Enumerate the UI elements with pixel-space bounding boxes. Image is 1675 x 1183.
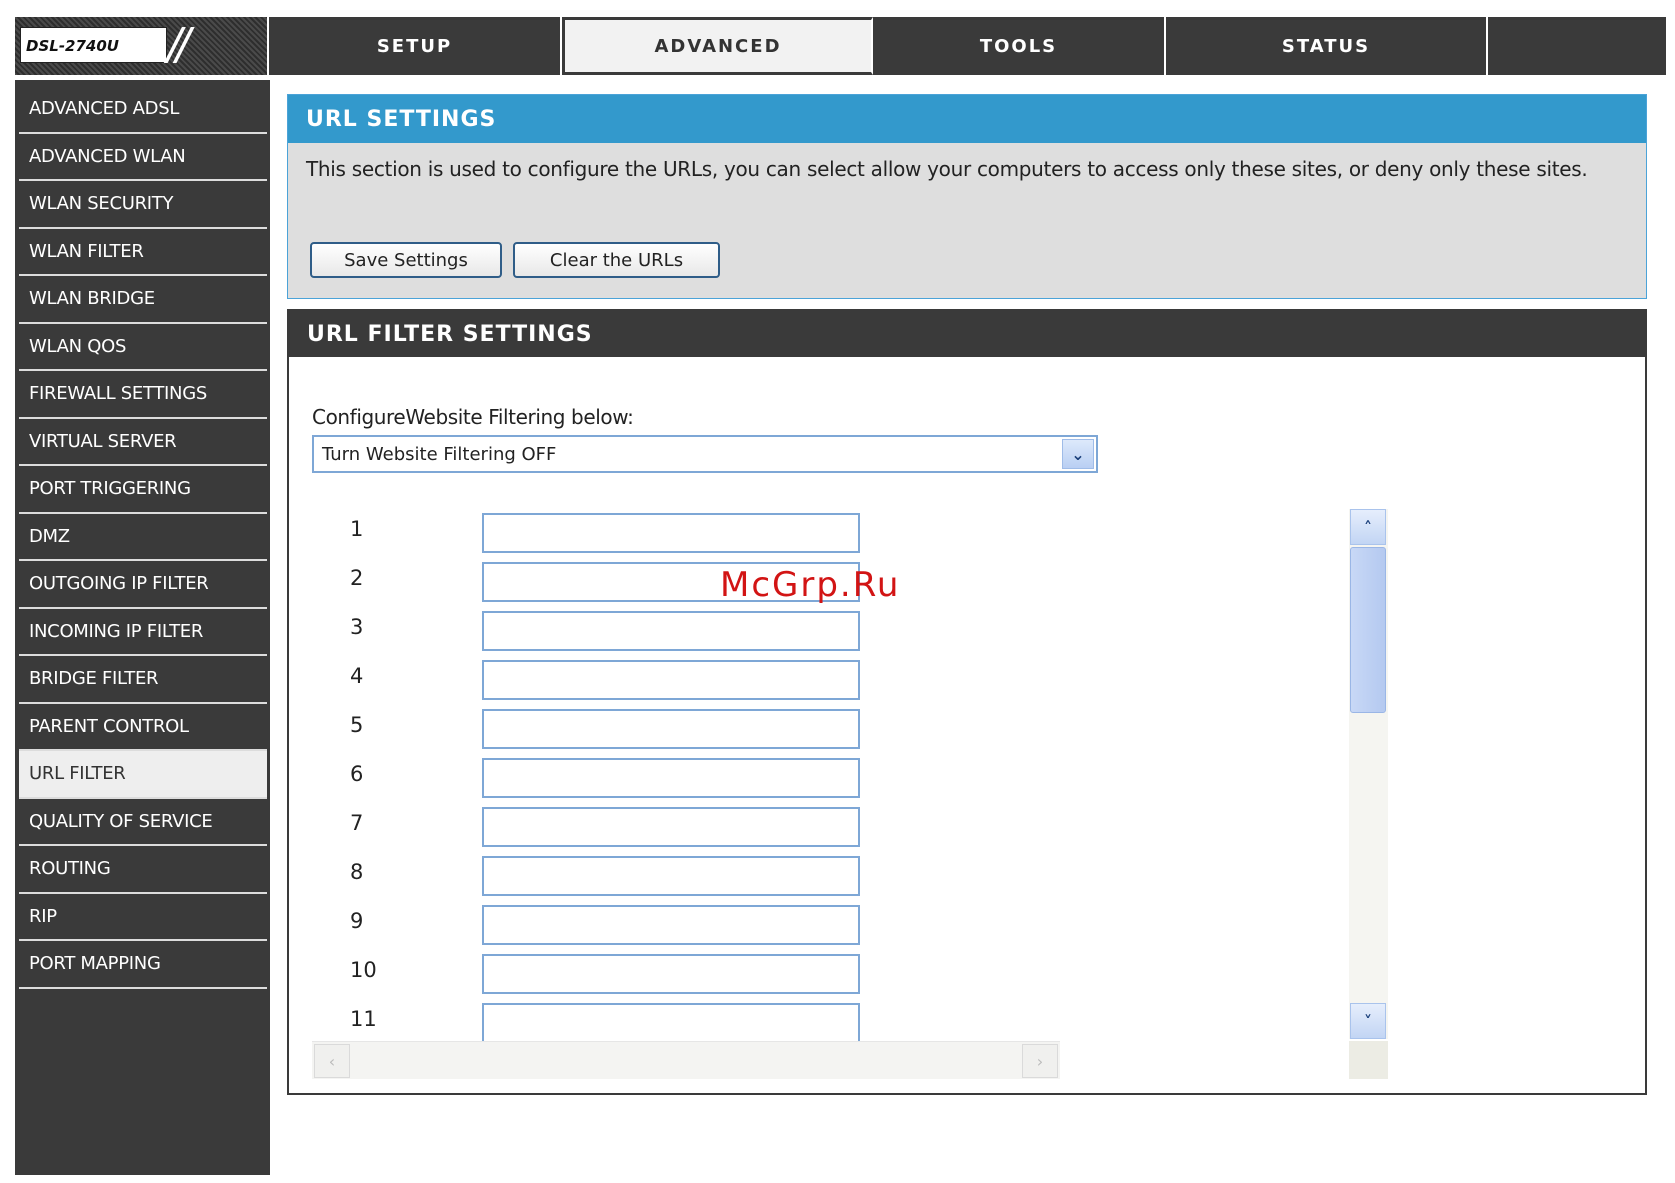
- url-input-3[interactable]: [482, 611, 860, 651]
- top-navigation: DSL-2740U // SETUP ADVANCED TOOLS STATUS: [15, 17, 1666, 75]
- model-name: DSL-2740U: [20, 27, 167, 63]
- save-settings-button[interactable]: Save Settings: [310, 242, 502, 278]
- url-row: 1: [312, 509, 1052, 558]
- url-row: 6: [312, 754, 1052, 803]
- url-filter-title: URL FILTER SETTINGS: [289, 311, 1645, 357]
- sidebar-item-quality-of-service[interactable]: QUALITY OF SERVICE: [19, 799, 267, 846]
- sidebar-item-port-mapping[interactable]: PORT MAPPING: [19, 941, 267, 989]
- url-input-4[interactable]: [482, 660, 860, 700]
- url-row: 9: [312, 901, 1052, 950]
- sidebar-item-wlan-security[interactable]: WLAN SECURITY: [19, 181, 267, 229]
- url-row-number: 6: [350, 762, 364, 786]
- url-input-11[interactable]: [482, 1003, 860, 1043]
- sidebar-item-url-filter[interactable]: URL FILTER: [19, 751, 267, 799]
- clear-urls-button[interactable]: Clear the URLs: [513, 242, 720, 278]
- sidebar-item-dmz[interactable]: DMZ: [19, 514, 267, 561]
- scrollbar-corner: [1349, 1041, 1388, 1079]
- chevron-left-icon[interactable]: ‹: [314, 1044, 350, 1078]
- url-row: 4: [312, 656, 1052, 705]
- sidebar-item-outgoing-ip-filter[interactable]: OUTGOING IP FILTER: [19, 561, 267, 609]
- sidebar-item-rip[interactable]: RIP: [19, 894, 267, 941]
- scrollbar-thumb[interactable]: [1350, 547, 1386, 713]
- sidebar-item-wlan-bridge[interactable]: WLAN BRIDGE: [19, 276, 267, 324]
- url-input-9[interactable]: [482, 905, 860, 945]
- sidebar-item-parent-control[interactable]: PARENT CONTROL: [19, 704, 267, 751]
- url-row-number: 10: [350, 958, 377, 982]
- url-settings-description: This section is used to configure the UR…: [306, 157, 1588, 181]
- url-list-horizontal-scrollbar[interactable]: ‹ ›: [312, 1041, 1060, 1079]
- tab-empty: [1488, 17, 1666, 75]
- sidebar-item-advanced-wlan[interactable]: ADVANCED WLAN: [19, 134, 267, 181]
- sidebar-item-advanced-adsl[interactable]: ADVANCED ADSL: [19, 86, 267, 134]
- url-row-number: 9: [350, 909, 364, 933]
- website-filtering-select-value: Turn Website Filtering OFF: [322, 443, 557, 465]
- configure-filtering-label: ConfigureWebsite Filtering below:: [312, 405, 634, 429]
- watermark: McGrp.Ru: [720, 565, 901, 605]
- brand-logo: DSL-2740U //: [15, 17, 269, 75]
- url-row: 10: [312, 950, 1052, 999]
- tab-tools[interactable]: TOOLS: [873, 17, 1166, 75]
- tab-advanced[interactable]: ADVANCED: [562, 17, 873, 75]
- website-filtering-select[interactable]: Turn Website Filtering OFF ⌄: [312, 435, 1098, 473]
- tab-status[interactable]: STATUS: [1166, 17, 1488, 75]
- url-row: 5: [312, 705, 1052, 754]
- url-row-number: 3: [350, 615, 364, 639]
- url-row-number: 2: [350, 566, 364, 590]
- url-row-number: 5: [350, 713, 364, 737]
- url-settings-panel: URL SETTINGS This section is used to con…: [287, 94, 1647, 299]
- url-input-5[interactable]: [482, 709, 860, 749]
- url-row-number: 4: [350, 664, 364, 688]
- url-row-number: 8: [350, 860, 364, 884]
- sidebar-item-bridge-filter[interactable]: BRIDGE FILTER: [19, 656, 267, 704]
- url-input-10[interactable]: [482, 954, 860, 994]
- chevron-down-icon[interactable]: ˅: [1350, 1003, 1386, 1039]
- url-row: 3: [312, 607, 1052, 656]
- sidebar-item-port-triggering[interactable]: PORT TRIGGERING: [19, 466, 267, 514]
- url-settings-title: URL SETTINGS: [288, 95, 1646, 143]
- sidebar-item-routing[interactable]: ROUTING: [19, 846, 267, 894]
- url-row-number: 7: [350, 811, 364, 835]
- sidebar: ADVANCED ADSL ADVANCED WLAN WLAN SECURIT…: [15, 80, 270, 1175]
- tab-setup[interactable]: SETUP: [269, 17, 562, 75]
- sidebar-item-virtual-server[interactable]: VIRTUAL SERVER: [19, 419, 267, 466]
- url-list: 1 2 3 4 5 6 7 8 9 10 11: [312, 509, 1098, 1079]
- url-row: 8: [312, 852, 1052, 901]
- chevron-up-icon[interactable]: ˄: [1350, 509, 1386, 545]
- url-row: 2: [312, 558, 1052, 607]
- chevron-right-icon[interactable]: ›: [1022, 1044, 1058, 1078]
- url-list-vertical-scrollbar[interactable]: ˄ ˅: [1349, 509, 1388, 1039]
- logo-slashes-icon: //: [167, 19, 191, 70]
- sidebar-item-firewall-settings[interactable]: FIREWALL SETTINGS: [19, 371, 267, 419]
- sidebar-item-incoming-ip-filter[interactable]: INCOMING IP FILTER: [19, 609, 267, 656]
- url-row-number: 1: [350, 517, 364, 541]
- url-input-7[interactable]: [482, 807, 860, 847]
- sidebar-item-wlan-qos[interactable]: WLAN QOS: [19, 324, 267, 371]
- chevron-down-icon[interactable]: ⌄: [1062, 439, 1094, 469]
- url-row-number: 11: [350, 1007, 377, 1031]
- url-input-8[interactable]: [482, 856, 860, 896]
- url-filter-settings-panel: URL FILTER SETTINGS ConfigureWebsite Fil…: [287, 309, 1647, 1095]
- url-input-6[interactable]: [482, 758, 860, 798]
- url-input-1[interactable]: [482, 513, 860, 553]
- sidebar-item-wlan-filter[interactable]: WLAN FILTER: [19, 229, 267, 276]
- url-row: 7: [312, 803, 1052, 852]
